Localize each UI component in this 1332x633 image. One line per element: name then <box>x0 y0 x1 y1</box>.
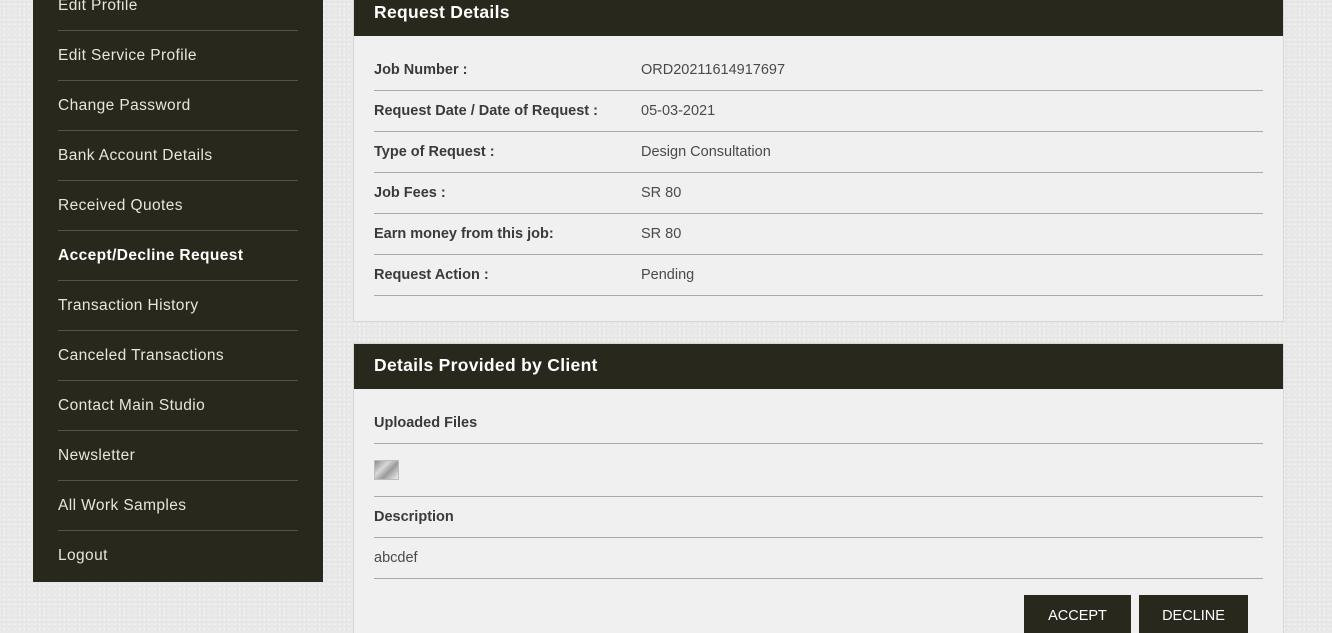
detail-label: Request Date / Date of Request : <box>374 103 598 119</box>
detail-value: 05-03-2021 <box>641 103 716 119</box>
detail-row-request-action: Request Action : Pending <box>374 255 1263 296</box>
decline-button[interactable]: DECLINE <box>1139 595 1248 633</box>
sidebar-menu: Edit Profile Edit Service Profile Change… <box>58 0 298 581</box>
detail-row-job-fees: Job Fees : SR 80 <box>374 173 1263 214</box>
detail-label: Job Fees : <box>374 185 446 201</box>
sidebar-item-change-password[interactable]: Change Password <box>58 81 298 131</box>
uploaded-files-list <box>374 444 1263 497</box>
sidebar-item-received-quotes[interactable]: Received Quotes <box>58 181 298 231</box>
detail-label: Job Number : <box>374 62 468 78</box>
sidebar-item-edit-profile[interactable]: Edit Profile <box>58 0 298 31</box>
sidebar-item-transaction-history[interactable]: Transaction History <box>58 281 298 331</box>
sidebar-item-edit-service-profile[interactable]: Edit Service Profile <box>58 31 298 81</box>
client-details-body: Uploaded Files Description abcdef <box>354 389 1283 579</box>
detail-row-request-date: Request Date / Date of Request : 05-03-2… <box>374 91 1263 132</box>
detail-row-type-of-request: Type of Request : Design Consultation <box>374 132 1263 173</box>
client-details-header: Details Provided by Client <box>354 344 1283 389</box>
sidebar-item-canceled-transactions[interactable]: Canceled Transactions <box>58 331 298 381</box>
sidebar-nav: Edit Profile Edit Service Profile Change… <box>33 0 323 582</box>
detail-value: SR 80 <box>641 185 682 201</box>
detail-row-job-number: Job Number : ORD20211614917697 <box>374 50 1263 91</box>
detail-label: Request Action : <box>374 267 489 283</box>
request-details-header: Request Details <box>354 0 1283 36</box>
client-details-title: Details Provided by Client <box>374 355 598 375</box>
sidebar-item-bank-account-details[interactable]: Bank Account Details <box>58 131 298 181</box>
request-details-title: Request Details <box>374 2 510 22</box>
detail-label: Type of Request : <box>374 144 495 160</box>
detail-row-earn-money: Earn money from this job: SR 80 <box>374 214 1263 255</box>
sidebar-item-accept-decline-request[interactable]: Accept/Decline Request <box>58 231 298 281</box>
sidebar-item-logout[interactable]: Logout <box>58 531 298 581</box>
client-details-panel: Details Provided by Client Uploaded File… <box>353 343 1284 633</box>
uploaded-files-label: Uploaded Files <box>374 403 1263 444</box>
detail-value: Design Consultation <box>641 144 771 160</box>
sidebar-item-all-work-samples[interactable]: All Work Samples <box>58 481 298 531</box>
sidebar-item-newsletter[interactable]: Newsletter <box>58 431 298 481</box>
detail-value: SR 80 <box>641 226 682 242</box>
description-label: Description <box>374 497 1263 538</box>
request-details-body: Job Number : ORD20211614917697 Request D… <box>354 36 1283 296</box>
detail-value: ORD20211614917697 <box>641 62 786 78</box>
detail-value: Pending <box>641 267 695 283</box>
accept-button[interactable]: ACCEPT <box>1024 595 1131 633</box>
uploaded-file-thumbnail[interactable] <box>374 460 399 480</box>
sidebar-item-contact-main-studio[interactable]: Contact Main Studio <box>58 381 298 431</box>
detail-label: Earn money from this job: <box>374 226 554 242</box>
request-actions: ACCEPT DECLINE <box>1024 595 1248 633</box>
request-details-panel: Request Details Job Number : ORD20211614… <box>353 0 1284 322</box>
description-text: abcdef <box>374 538 1263 579</box>
